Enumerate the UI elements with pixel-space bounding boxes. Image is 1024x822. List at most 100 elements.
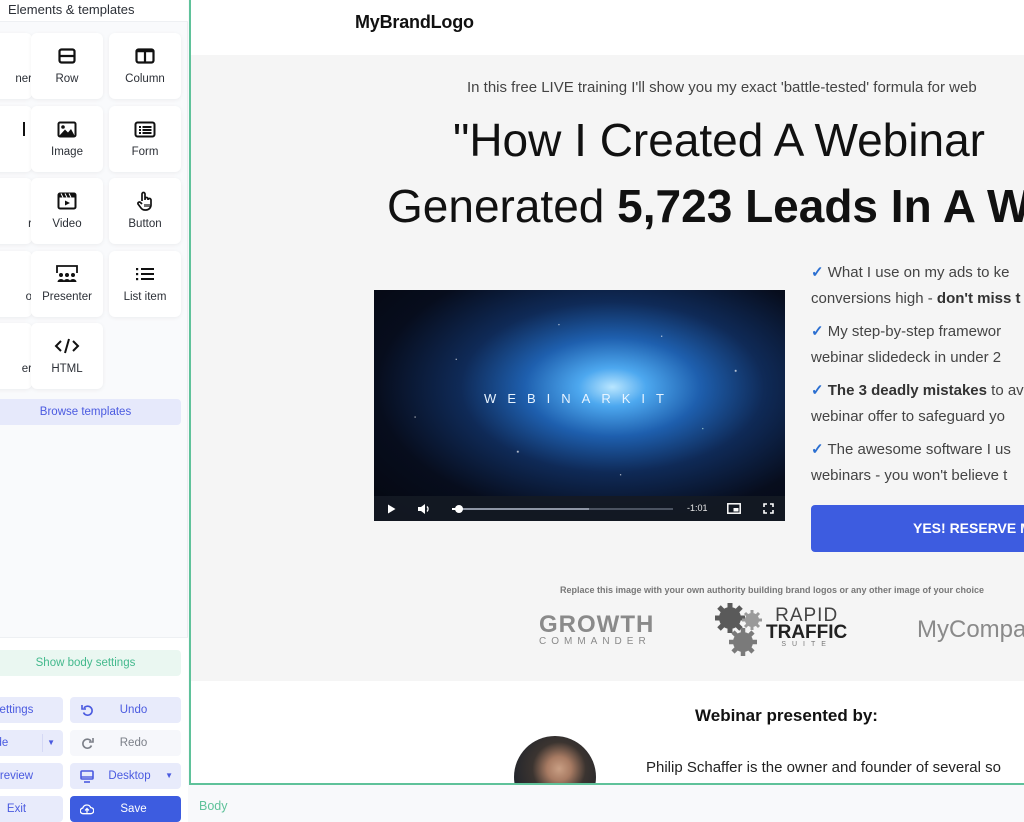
- presenter-bio[interactable]: Philip Schaffer is the owner and founder…: [646, 759, 1001, 776]
- settings-label: ettings: [0, 704, 34, 716]
- tile-label: Form: [131, 146, 159, 158]
- device-select[interactable]: Desktop ▼: [70, 763, 181, 789]
- my-company-logo[interactable]: MyCompa: [917, 616, 1024, 644]
- tile-row[interactable]: Row: [31, 33, 103, 99]
- video-title-overlay: WEBINARKIT: [484, 391, 675, 406]
- volume-icon[interactable]: [414, 496, 434, 521]
- tile-html[interactable]: HTML: [31, 323, 103, 389]
- hero-section[interactable]: In this free LIVE training I'll show you…: [191, 55, 1024, 681]
- undo-label: Undo: [119, 704, 148, 716]
- hide-label: Hide: [0, 737, 9, 749]
- tile-label: Row: [55, 73, 79, 85]
- list-item[interactable]: ✓ The awesome software I us webinars - y…: [811, 437, 1024, 489]
- bullet-bold-text: don't miss t: [936, 290, 1021, 307]
- breadcrumb-body[interactable]: Body: [199, 799, 228, 813]
- save-label: Save: [120, 803, 147, 815]
- benefit-list: ✓ What I use on my ads to ke conversions…: [811, 260, 1024, 496]
- list-icon: [109, 264, 181, 284]
- show-body-settings-button[interactable]: Show body settings: [0, 650, 181, 676]
- hide-button[interactable]: Hide ▼: [0, 730, 63, 756]
- exit-button[interactable]: Exit: [0, 796, 63, 822]
- undo-button[interactable]: Undo: [70, 697, 181, 723]
- tile-label: Button: [128, 218, 162, 230]
- play-icon[interactable]: [382, 496, 400, 521]
- video-player[interactable]: WEBINARKIT -1:01: [374, 290, 785, 521]
- chevron-down-icon: ▼: [165, 771, 173, 780]
- image-icon: [31, 119, 103, 139]
- tile-label: r: [0, 218, 32, 230]
- logo-text-group: RAPID TRAFFIC SUITE: [766, 605, 847, 648]
- tile-video[interactable]: Video: [31, 178, 103, 244]
- check-icon: ✓: [811, 441, 824, 458]
- video-progress-bar[interactable]: [452, 505, 673, 513]
- logos-caption[interactable]: Replace this image with your own authori…: [560, 585, 984, 595]
- text-icon: [22, 119, 26, 139]
- brand-logo[interactable]: MyBrandLogo: [355, 12, 474, 33]
- growth-commander-logo[interactable]: GROWTH COMMANDER: [539, 611, 654, 647]
- video-scrubber-handle[interactable]: [454, 505, 463, 513]
- presenter-heading[interactable]: Webinar presented by:: [695, 706, 878, 726]
- tile-label: HTML: [51, 363, 83, 375]
- headline-line-1[interactable]: "How I Created A Webinar: [453, 113, 985, 167]
- page-header[interactable]: MyBrandLogo: [191, 0, 1024, 55]
- tile-label: Image: [51, 146, 83, 158]
- tile-text[interactable]: [0, 106, 32, 172]
- headline-bold: 5,723 Leads In A W: [617, 180, 1024, 232]
- bullet-text: conversions high -: [811, 290, 937, 307]
- column-icon: [109, 46, 181, 66]
- reserve-seat-button[interactable]: YES! RESERVE M: [811, 505, 1024, 552]
- browse-templates-button[interactable]: Browse templates: [0, 399, 181, 425]
- bullet-text: to av: [987, 382, 1024, 399]
- rapid-traffic-logo[interactable]: RAPID TRAFFIC SUITE: [713, 601, 858, 661]
- bullet-text: The awesome software I us: [823, 441, 1011, 458]
- headline-normal: Generated: [387, 180, 618, 232]
- video-buffered: [452, 508, 590, 510]
- check-icon: ✓: [811, 382, 824, 399]
- tile-list-item[interactable]: List item: [109, 251, 181, 317]
- list-item[interactable]: ✓ What I use on my ads to ke conversions…: [811, 260, 1024, 312]
- editor-canvas[interactable]: MyBrandLogo In this free LIVE training I…: [189, 0, 1024, 785]
- tile-label: er: [21, 363, 32, 375]
- settings-button[interactable]: ettings: [0, 697, 63, 723]
- sidebar-header: Elements & templates: [0, 0, 188, 22]
- tile-label: ner: [15, 73, 32, 85]
- redo-icon: [80, 736, 94, 750]
- tile-spacer[interactable]: er: [0, 323, 32, 389]
- check-icon: ✓: [811, 264, 824, 281]
- tile-column[interactable]: Column: [109, 33, 181, 99]
- tile-container[interactable]: ner: [0, 33, 32, 99]
- sidebar: Elements & templates ner Row Column Imag…: [0, 0, 188, 822]
- picture-in-picture-icon[interactable]: [724, 496, 744, 521]
- presenter-avatar[interactable]: [514, 736, 596, 783]
- logo-text: GROWTH: [539, 611, 655, 638]
- tile-logo[interactable]: o: [0, 251, 32, 317]
- video-time-remaining: -1:01: [687, 503, 708, 513]
- form-icon: [109, 119, 181, 139]
- preview-button[interactable]: review: [0, 763, 63, 789]
- tile-label: List item: [123, 291, 167, 303]
- bullet-text: What I use on my ads to ke: [823, 264, 1010, 281]
- device-label: Desktop: [108, 770, 151, 782]
- desktop-icon: [80, 769, 94, 783]
- tile-timer[interactable]: r: [0, 178, 32, 244]
- row-icon: [31, 46, 103, 66]
- presenter-section[interactable]: Webinar presented by: Philip Schaffer is…: [191, 681, 1024, 783]
- tile-label: Presenter: [42, 291, 92, 303]
- redo-button[interactable]: Redo: [70, 730, 181, 756]
- list-item[interactable]: ✓ My step-by-step framewor webinar slide…: [811, 319, 1024, 371]
- headline-line-2[interactable]: Generated 5,723 Leads In A W: [387, 179, 1024, 233]
- hide-dropdown-caret-icon[interactable]: ▼: [47, 730, 55, 756]
- tile-image[interactable]: Image: [31, 106, 103, 172]
- fullscreen-icon[interactable]: [758, 496, 778, 521]
- page-builder: Elements & templates ner Row Column Imag…: [0, 0, 1024, 822]
- video-controls: -1:01: [374, 496, 785, 521]
- tile-button[interactable]: Button: [109, 178, 181, 244]
- save-button[interactable]: Save: [70, 796, 181, 822]
- tile-form[interactable]: Form: [109, 106, 181, 172]
- bullet-text: webinar slidedeck in under 2: [811, 349, 1002, 366]
- tile-label: o: [25, 291, 32, 303]
- button-pointer-icon: [109, 191, 181, 211]
- tile-presenter[interactable]: Presenter: [31, 251, 103, 317]
- pre-headline[interactable]: In this free LIVE training I'll show you…: [467, 79, 977, 96]
- list-item[interactable]: ✓ The 3 deadly mistakes to av webinar of…: [811, 378, 1024, 430]
